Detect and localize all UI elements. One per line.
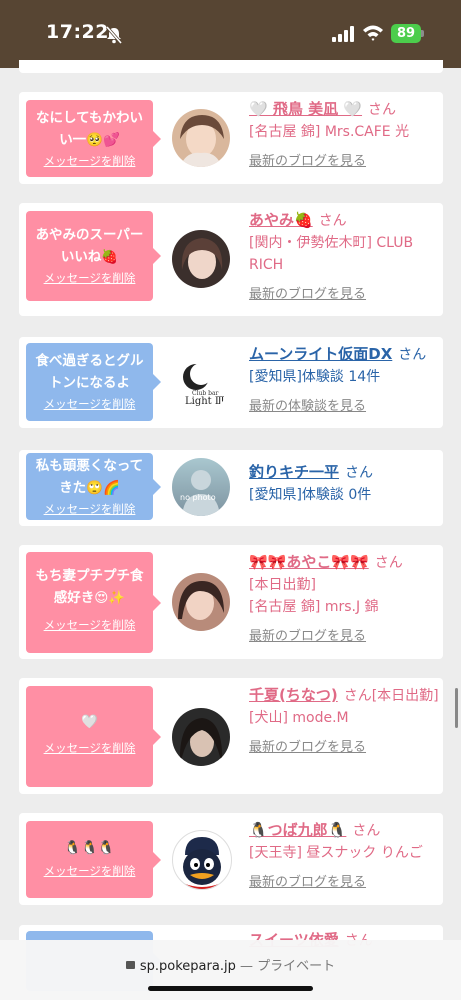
message-text: あやみのスーパーいいね🍓 <box>35 227 144 265</box>
message-card: あやみのスーパーいいね🍓 メッセージを削除 あやみ🍓 さん [関内・伊勢佐木町] … <box>19 203 443 316</box>
battery-icon: 89 <box>391 24 421 43</box>
message-text: もち妻プチプチ食感好き😍✨ <box>35 568 144 606</box>
latest-blog-link[interactable]: 最新のブログを見る <box>249 626 439 648</box>
shop-info: [天王寺] 昼スナック りんご <box>249 845 423 861</box>
honorific: さん <box>374 555 403 571</box>
mascot-icon <box>183 837 221 889</box>
latest-review-link[interactable]: 最新の体験談を見る <box>249 396 439 418</box>
browser-url-bar[interactable]: sp.pokepara.jp — プライベート <box>0 940 461 1000</box>
honorific: さん <box>345 465 374 481</box>
delete-message-link[interactable]: メッセージを削除 <box>26 151 153 169</box>
honorific: さん <box>368 102 397 118</box>
avatar[interactable] <box>172 230 230 288</box>
avatar[interactable] <box>172 573 230 631</box>
svg-text:Light Ⅲ: Light Ⅲ <box>185 396 225 407</box>
avatar[interactable] <box>172 708 230 766</box>
cast-name-link[interactable]: あやみ🍓 <box>249 211 313 229</box>
delete-message-link[interactable]: メッセージを削除 <box>26 609 153 633</box>
message-bubble: 🤍 メッセージを削除 <box>26 686 161 787</box>
user-name-link[interactable]: 釣りキチ一平 <box>249 463 339 481</box>
latest-blog-link[interactable]: 最新のブログを見る <box>249 737 439 759</box>
delete-message-link[interactable]: メッセージを削除 <box>26 733 153 756</box>
avatar[interactable]: no photo <box>172 458 230 516</box>
message-card: 食べ過ぎるとグルトンになるよ メッセージを削除 Club bar Light Ⅲ… <box>19 337 443 428</box>
message-bubble: 🐧🐧🐧 メッセージを削除 <box>26 821 161 898</box>
shop-info: [関内・伊勢佐木町] CLUB RICH <box>249 235 414 273</box>
home-indicator[interactable] <box>148 986 313 991</box>
cast-name-link[interactable]: 🐧つば九郎🐧 <box>249 821 346 839</box>
status-bar: 17:22 89 <box>0 0 461 68</box>
message-text: 食べ過ぎるとグルトンになるよ <box>35 353 144 391</box>
domain-text: sp.pokepara.jp <box>139 959 236 974</box>
message-text: 🐧🐧🐧 <box>64 840 115 856</box>
avatar[interactable]: Club bar Light Ⅲ <box>172 353 230 411</box>
review-count: [愛知県]体験談 14件 <box>249 369 381 385</box>
silent-bell-icon <box>105 26 123 44</box>
honorific: さん <box>318 213 347 229</box>
address[interactable]: sp.pokepara.jp — プライベート <box>0 955 461 974</box>
message-bubble: 食べ過ぎるとグルトンになるよ メッセージを削除 <box>26 343 161 421</box>
clock: 17:22 <box>46 21 109 43</box>
message-card: 私も頭悪くなってきた🙄🌈 メッセージを削除 no photo 釣りキチ一平 さん … <box>19 450 443 526</box>
message-card: なにしてもかわいい一🥺💕 メッセージを削除 🤍 飛鳥 美凪 🤍 さん [名古屋 錦… <box>19 92 443 184</box>
message-text: なにしてもかわいい一🥺💕 <box>36 110 143 148</box>
latest-blog-link[interactable]: 最新のブログを見る <box>249 872 439 894</box>
battery-tip <box>421 30 424 37</box>
message-bubble: もち妻プチプチ食感好き😍✨ メッセージを削除 <box>26 552 161 653</box>
club-logo-icon: Club bar Light Ⅲ <box>183 363 225 407</box>
scrollbar[interactable] <box>455 688 458 728</box>
message-bubble: あやみのスーパーいいね🍓 メッセージを削除 <box>26 211 161 301</box>
message-card: 🤍 メッセージを削除 千夏(ちなつ) さん[本日出勤] [犬山] mode.M 最… <box>19 678 443 794</box>
honorific: さん <box>352 823 381 839</box>
cast-name-link[interactable]: 🤍 飛鳥 美凪 🤍 <box>249 100 362 118</box>
avatar[interactable] <box>172 830 232 890</box>
shop-info: [犬山] mode.M <box>249 710 349 726</box>
delete-message-link[interactable]: メッセージを削除 <box>26 499 153 517</box>
message-text: 🤍 <box>81 714 98 730</box>
cast-name-link[interactable]: 千夏(ちなつ) <box>249 686 338 704</box>
shop-info: [名古屋 錦] Mrs.CAFE 光 <box>249 124 410 140</box>
cellular-signal-icon <box>332 26 354 42</box>
delete-message-link[interactable]: メッセージを削除 <box>26 859 153 879</box>
message-card: 🐧🐧🐧 メッセージを削除 🐧つば九郎🐧 さん [天王寺] 昼スナック りんご 最新… <box>19 813 443 905</box>
private-mode-label: プライベート <box>257 959 336 974</box>
message-text: 私も頭悪くなってきた🙄🌈 <box>35 458 144 496</box>
svg-text:no photo: no photo <box>180 493 216 502</box>
message-bubble: なにしてもかわいい一🥺💕 メッセージを削除 <box>26 100 161 177</box>
honorific: さん <box>398 347 427 363</box>
message-bubble: 私も頭悪くなってきた🙄🌈 メッセージを削除 <box>26 453 161 520</box>
latest-blog-link[interactable]: 最新のブログを見る <box>249 151 439 173</box>
delete-message-link[interactable]: メッセージを削除 <box>26 394 153 412</box>
latest-blog-link[interactable]: 最新のブログを見る <box>249 284 439 306</box>
message-card: もち妻プチプチ食感好き😍✨ メッセージを削除 🎀🎀あやこ🎀🎀 さん [本日出勤] … <box>19 545 443 659</box>
previous-card-bottom <box>19 60 443 73</box>
avatar[interactable] <box>172 109 230 167</box>
user-name-link[interactable]: ムーンライト仮面DX <box>249 345 392 363</box>
lock-icon <box>125 961 135 969</box>
cast-name-link[interactable]: 🎀🎀あやこ🎀🎀 <box>249 553 369 571</box>
review-count: [愛知県]体験談 0件 <box>249 487 372 503</box>
work-status: [本日出勤] <box>249 577 316 593</box>
delete-message-link[interactable]: メッセージを削除 <box>26 268 153 286</box>
wifi-icon <box>363 25 383 41</box>
shop-info: [名古屋 錦] mrs.J 錦 <box>249 599 379 615</box>
separator: — <box>239 959 253 974</box>
honorific: さん[本日出勤] <box>343 688 439 704</box>
